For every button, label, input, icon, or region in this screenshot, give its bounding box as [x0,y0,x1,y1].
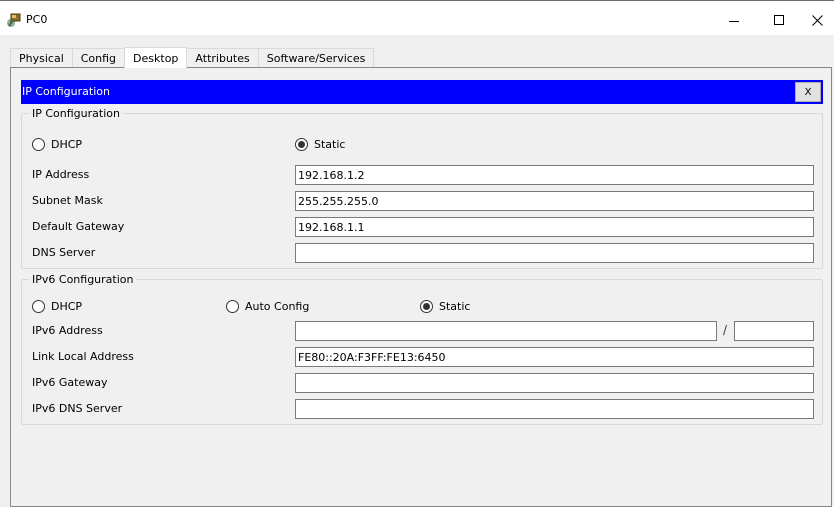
ipv6-gateway-label: IPv6 Gateway [32,376,108,389]
title-bar: PC0 [0,5,834,35]
close-window-button[interactable] [801,5,834,35]
radio-circle [226,300,239,313]
pc-app-icon [6,12,22,28]
maximize-button[interactable] [756,5,801,35]
radio-label: Auto Config [245,300,310,313]
radio-dot [298,141,305,148]
ip-address-input[interactable] [295,165,814,185]
tab-label: Desktop [133,51,179,65]
close-icon [812,14,823,26]
app-title: IP Configuration [22,85,110,98]
radio-circle [420,300,433,313]
radio-label: Static [314,138,346,151]
radio-circle [32,300,45,313]
default-gateway-input[interactable] [295,217,814,237]
tab-desktop[interactable]: Desktop [124,47,188,68]
ipv6-legend: IPv6 Configuration [32,273,134,286]
radio-circle [295,138,308,151]
ip-configuration-header: IP Configuration X [21,80,823,104]
device-tabs: Physical Config Desktop Attributes Softw… [10,47,375,68]
close-app-button[interactable]: X [795,82,821,102]
radio-label: DHCP [51,138,83,151]
close-app-label: X [804,86,812,98]
radio-label: DHCP [51,300,83,313]
tab-physical[interactable]: Physical [10,48,73,67]
ipv6-auto-config-radio[interactable]: Auto Config [226,300,309,313]
tab-label: Config [80,51,117,65]
link-local-address-label: Link Local Address [32,350,134,363]
minimize-button[interactable] [711,5,756,35]
ipv6-address-label: IPv6 Address [32,324,103,337]
ipv4-static-radio[interactable]: Static [295,138,345,151]
ip-address-label: IP Address [32,168,90,181]
tab-label: Physical [19,51,64,65]
ipv6-dns-server-label: IPv6 DNS Server [32,402,123,415]
radio-dot [423,303,430,310]
tab-label: Software/Services [266,51,366,65]
link-local-address-input[interactable] [295,347,814,367]
tab-software-services[interactable]: Software/Services [257,48,375,67]
radio-circle [32,138,45,151]
tab-label: Attributes [195,51,250,65]
tab-config[interactable]: Config [71,48,126,67]
default-gateway-label: Default Gateway [32,220,125,233]
subnet-mask-label: Subnet Mask [32,194,103,207]
ipv6-dhcp-radio[interactable]: DHCP [32,300,82,313]
dns-server-label: DNS Server [32,246,96,259]
ipv4-legend: IP Configuration [32,107,120,120]
minimize-icon [728,20,739,22]
dns-server-input[interactable] [295,243,814,263]
ipv4-config-group: IP Configuration DHCP Static IP Address … [21,107,823,269]
desktop-panel: IP Configuration X IP Configuration DHCP… [10,67,832,507]
tab-attributes[interactable]: Attributes [186,48,259,67]
maximize-icon [773,15,784,25]
subnet-mask-input[interactable] [295,191,814,211]
radio-label: Static [439,300,471,313]
ipv6-dns-server-input[interactable] [295,399,814,419]
ipv6-static-radio[interactable]: Static [420,300,470,313]
ipv6-address-input[interactable] [295,321,717,341]
ipv4-dhcp-radio[interactable]: DHCP [32,138,82,151]
ipv6-gateway-input[interactable] [295,373,814,393]
panel-inner: IP Configuration X IP Configuration DHCP… [11,68,831,506]
ipv6-config-group: IPv6 Configuration DHCP Auto Config Stat… [21,273,823,425]
ipv6-prefix-input[interactable] [734,321,814,341]
prefix-separator: / [723,323,728,337]
window-title: PC0 [26,13,48,26]
